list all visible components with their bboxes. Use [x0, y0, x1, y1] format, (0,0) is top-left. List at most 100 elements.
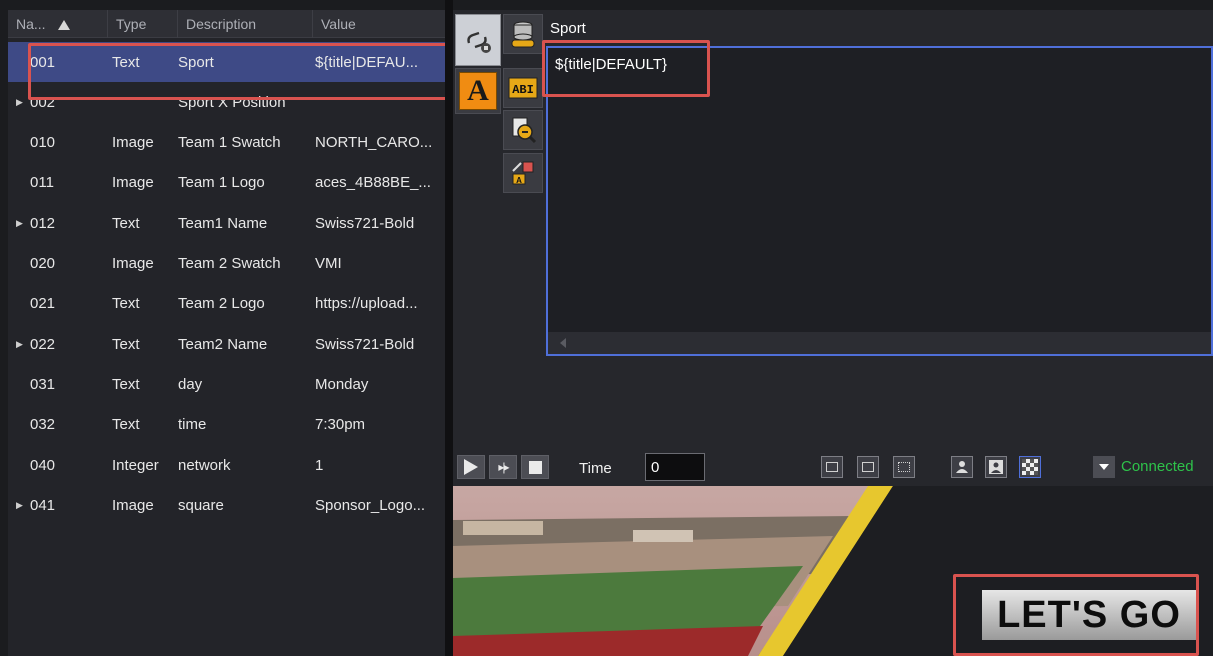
replace-tool-button[interactable]: A [503, 153, 543, 193]
highlight-box-editor-text [542, 40, 710, 97]
highlight-box-selected-row [28, 43, 449, 100]
row-name: 011 [30, 174, 54, 192]
cell-value: aces_4B88BE_... [315, 174, 431, 192]
step-button[interactable]: ▸|▸ [489, 455, 517, 479]
checkerboard-icon [1022, 459, 1038, 475]
cell-name: 040 [8, 445, 108, 485]
row-name: 021 [30, 295, 56, 313]
cell-name: ▶ 022 [8, 324, 108, 364]
editor-panel: A ABI A Sport ${title|DEFAULT} ▸|▸ Time … [453, 10, 1213, 656]
field-label: Sport [550, 20, 586, 37]
search-doc-tool-button[interactable] [503, 110, 543, 150]
replace-icon: A [512, 161, 534, 185]
table-row[interactable]: 020 Image Team 2 Swatch VMI [8, 244, 445, 284]
abc-tool-button[interactable]: ABI [503, 68, 543, 108]
playback-bar: ▸|▸ Time Connected [453, 450, 1213, 484]
link-tool-button[interactable] [455, 14, 501, 66]
cell-type: Integer [112, 456, 159, 474]
cell-type: Image [112, 174, 154, 192]
cell-name: 020 [8, 244, 108, 284]
cell-value: https://upload... [315, 295, 418, 313]
row-name: 032 [30, 416, 56, 434]
column-header-name[interactable]: Na... [8, 10, 108, 38]
table-row[interactable]: 021 Text Team 2 Logo https://upload... [8, 284, 445, 324]
expand-arrow-icon[interactable]: ▶ [16, 500, 30, 511]
cell-type: Text [112, 214, 140, 232]
database-link-icon [511, 21, 535, 48]
person-frame-button[interactable] [985, 456, 1007, 478]
sort-ascending-icon [57, 20, 70, 30]
cell-name: 010 [8, 123, 108, 163]
cell-value: 7:30pm [315, 416, 366, 434]
bounding-box-icon [898, 462, 910, 472]
cell-type: Image [112, 496, 154, 514]
row-name: 022 [30, 335, 56, 353]
safe-area-button[interactable] [821, 456, 843, 478]
expand-arrow-icon[interactable]: ▶ [16, 339, 30, 350]
table-row[interactable]: 031 Text day Monday [8, 364, 445, 404]
cell-name: 032 [8, 405, 108, 445]
text-tool-button[interactable]: A [455, 68, 501, 114]
cell-name: 031 [8, 364, 108, 404]
cell-type: Text [112, 335, 140, 353]
cell-description: Team1 Name [178, 214, 268, 232]
table-row[interactable]: ▶ 012 Text Team1 Name Swiss721-Bold [8, 203, 445, 243]
cell-type: Text [112, 295, 140, 313]
play-icon [464, 459, 478, 475]
stop-button[interactable] [521, 455, 549, 479]
cell-value: 1 [315, 456, 324, 474]
safe-area-icon [826, 462, 838, 472]
cell-value: VMI [315, 255, 342, 272]
database-tool-button[interactable] [503, 14, 543, 54]
table-row[interactable]: 011 Image Team 1 Logo aces_4B88BE_... [8, 163, 445, 203]
cell-value: Swiss721-Bold [315, 335, 415, 353]
cell-type: Text [112, 375, 140, 393]
scroll-left-icon[interactable] [560, 338, 566, 348]
table-row[interactable]: 032 Text time 7:30pm [8, 405, 445, 445]
table-row[interactable]: ▶ 041 Image square Sponsor_Logo... [8, 485, 445, 525]
cell-description: Team2 Name [178, 335, 268, 353]
title-area-icon [862, 462, 874, 472]
cell-value: Swiss721-Bold [315, 214, 415, 232]
time-input[interactable] [645, 453, 705, 481]
text-A-icon: A [459, 72, 497, 110]
bounding-box-button[interactable] [893, 456, 915, 478]
column-header-description[interactable]: Description [178, 10, 313, 38]
cell-value: NORTH_CARO... [315, 134, 433, 152]
editor-horizontal-scrollbar[interactable] [548, 332, 1211, 354]
table-row[interactable]: ▶ 022 Text Team2 Name Swiss721-Bold [8, 324, 445, 364]
row-name: 020 [30, 255, 56, 272]
cell-name: ▶ 041 [8, 485, 108, 525]
column-header-value[interactable]: Value [313, 10, 445, 38]
expand-arrow-icon[interactable]: ▶ [16, 218, 30, 229]
cell-description: time [178, 416, 207, 434]
person-icon [956, 461, 968, 473]
row-name: 012 [30, 214, 56, 232]
template-fields-panel: Na... Type Description Value 001 Text Spor… [8, 10, 449, 656]
connection-dropdown[interactable] [1093, 456, 1115, 478]
play-button[interactable] [457, 455, 485, 479]
table-row[interactable]: 040 Integer network 1 [8, 445, 445, 485]
connection-status: Connected [1121, 458, 1194, 475]
stop-icon [528, 460, 542, 474]
table-row[interactable]: 010 Image Team 1 Swatch NORTH_CARO... [8, 123, 445, 163]
cell-type: Text [112, 416, 140, 434]
cell-description: network [178, 456, 231, 474]
row-name: 041 [30, 496, 56, 514]
panel-splitter[interactable] [445, 0, 453, 656]
chevron-down-icon [1099, 464, 1109, 470]
cell-description: square [178, 496, 224, 514]
time-label: Time [579, 460, 612, 477]
row-name: 031 [30, 375, 56, 393]
person-button[interactable] [951, 456, 973, 478]
column-header-type[interactable]: Type [108, 10, 178, 38]
checker-button[interactable] [1019, 456, 1041, 478]
row-name: 010 [30, 134, 56, 152]
abc-text-icon: ABI [508, 77, 538, 99]
cell-type: Image [112, 255, 154, 272]
cell-value: Monday [315, 375, 369, 393]
cell-name: 011 [8, 163, 108, 203]
cell-description: Team 1 Logo [178, 174, 265, 192]
title-area-button[interactable] [857, 456, 879, 478]
row-name: 040 [30, 456, 56, 474]
